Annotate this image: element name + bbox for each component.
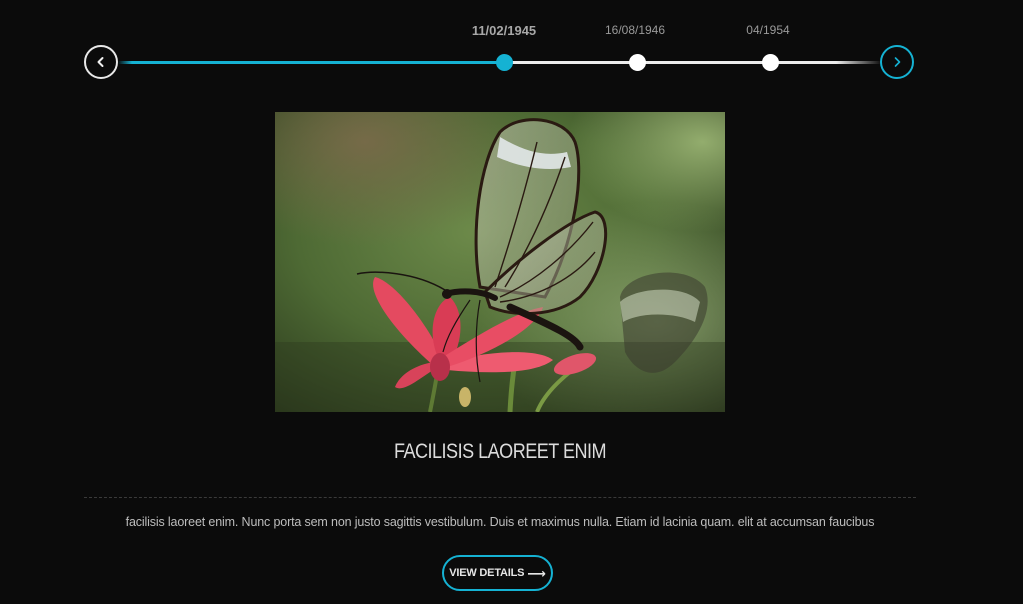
chevron-left-icon — [97, 57, 104, 67]
timeline-bar: 11/02/1945 16/08/1946 04/1954 17 — [0, 0, 1023, 90]
event-dot-2[interactable] — [628, 54, 646, 71]
event-date-2[interactable]: 16/08/1946 — [575, 23, 695, 37]
event-date-1[interactable]: 11/02/1945 — [444, 23, 564, 38]
timeline-prev-button[interactable] — [84, 45, 118, 79]
long-arrow-right-icon: ⟶ — [527, 565, 546, 581]
event-title: FACILISIS LAOREET ENIM — [393, 440, 607, 463]
event-dot-1[interactable] — [495, 54, 513, 71]
timeline-widget: 11/02/1945 16/08/1946 04/1954 17 — [0, 0, 1023, 604]
event-date-4[interactable]: 17 — [868, 23, 882, 37]
timeline-progress — [118, 61, 504, 64]
content-divider — [84, 497, 916, 498]
butterfly-photo — [275, 112, 725, 412]
event-description: facilisis laoreet enim. Nunc porta sem n… — [125, 515, 875, 529]
timeline-next-button[interactable] — [880, 45, 914, 79]
chevron-right-icon — [894, 57, 901, 67]
timeline-track-area: 11/02/1945 16/08/1946 04/1954 17 — [118, 0, 882, 90]
event-dot-3[interactable] — [761, 54, 779, 71]
track-fade — [118, 55, 132, 70]
event-date-3[interactable]: 04/1954 — [708, 23, 828, 37]
event-image — [275, 112, 725, 412]
view-details-button[interactable]: VIEW DETAILS ⟶ — [442, 555, 553, 591]
view-details-label: VIEW DETAILS — [449, 567, 525, 579]
